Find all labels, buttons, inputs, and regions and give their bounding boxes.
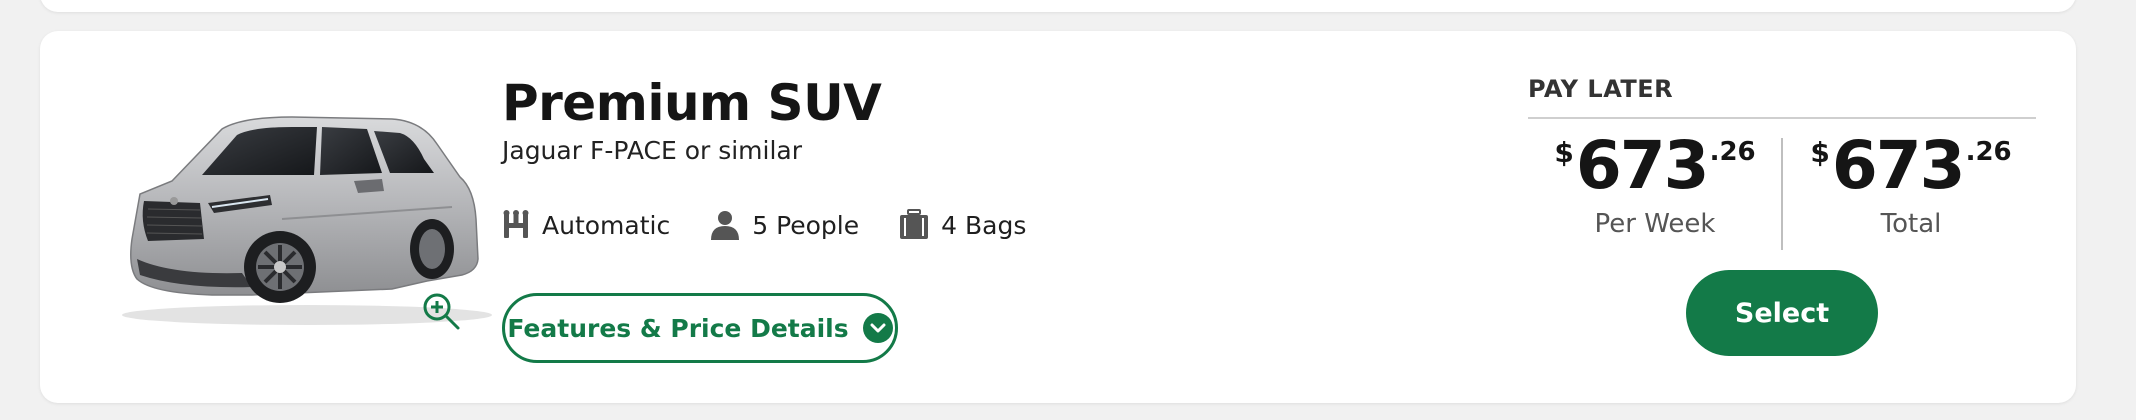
- select-button[interactable]: Select: [1686, 270, 1878, 356]
- price-per-week-amount: $ 673 .26: [1535, 133, 1775, 199]
- vehicle-specs: Automatic 5 People 4 Bags: [502, 209, 1026, 241]
- price-cents: .26: [1965, 137, 2012, 167]
- vehicle-card: Premium SUV Jaguar F-PACE or similar Aut…: [40, 31, 2076, 403]
- chevron-down-icon: [862, 313, 893, 343]
- spec-passengers-label: 5 People: [752, 210, 860, 240]
- price-per-week-label: Per Week: [1594, 209, 1716, 239]
- price-dollars: 673: [1575, 127, 1710, 204]
- spec-transmission: Automatic: [502, 210, 670, 240]
- spec-luggage-label: 4 Bags: [941, 210, 1027, 240]
- vehicle-class-title: Premium SUV: [502, 74, 882, 132]
- spec-transmission-label: Automatic: [542, 210, 671, 240]
- vehicle-model-subtitle: Jaguar F-PACE or similar: [502, 136, 803, 165]
- price-dollars: 673: [1831, 127, 1966, 204]
- features-price-details-button[interactable]: Features & Price Details: [502, 293, 898, 363]
- previous-card: [40, 0, 2076, 12]
- price-total-amount: $ 673 .26: [1791, 133, 2031, 199]
- currency-symbol: $: [1810, 136, 1830, 169]
- features-price-details-label: Features & Price Details: [507, 313, 849, 343]
- price-total: $ 673 .26 Total: [1791, 133, 2031, 240]
- spec-luggage: 4 Bags: [899, 209, 1026, 241]
- currency-symbol: $: [1554, 136, 1574, 169]
- price-total-label: Total: [1880, 209, 1942, 239]
- spec-passengers: 5 People: [710, 210, 859, 240]
- price-divider: [1781, 138, 1783, 250]
- price-cents: .26: [1709, 137, 1756, 167]
- price-per-week: $ 673 .26 Per Week: [1535, 133, 1775, 240]
- person-icon: [711, 211, 740, 240]
- luggage-icon: [900, 209, 929, 239]
- gear-shift-icon: [503, 210, 529, 238]
- zoom-in-icon[interactable]: [420, 290, 466, 336]
- pay-later-divider: [1528, 117, 2036, 119]
- pay-later-heading: PAY LATER: [1528, 75, 1674, 103]
